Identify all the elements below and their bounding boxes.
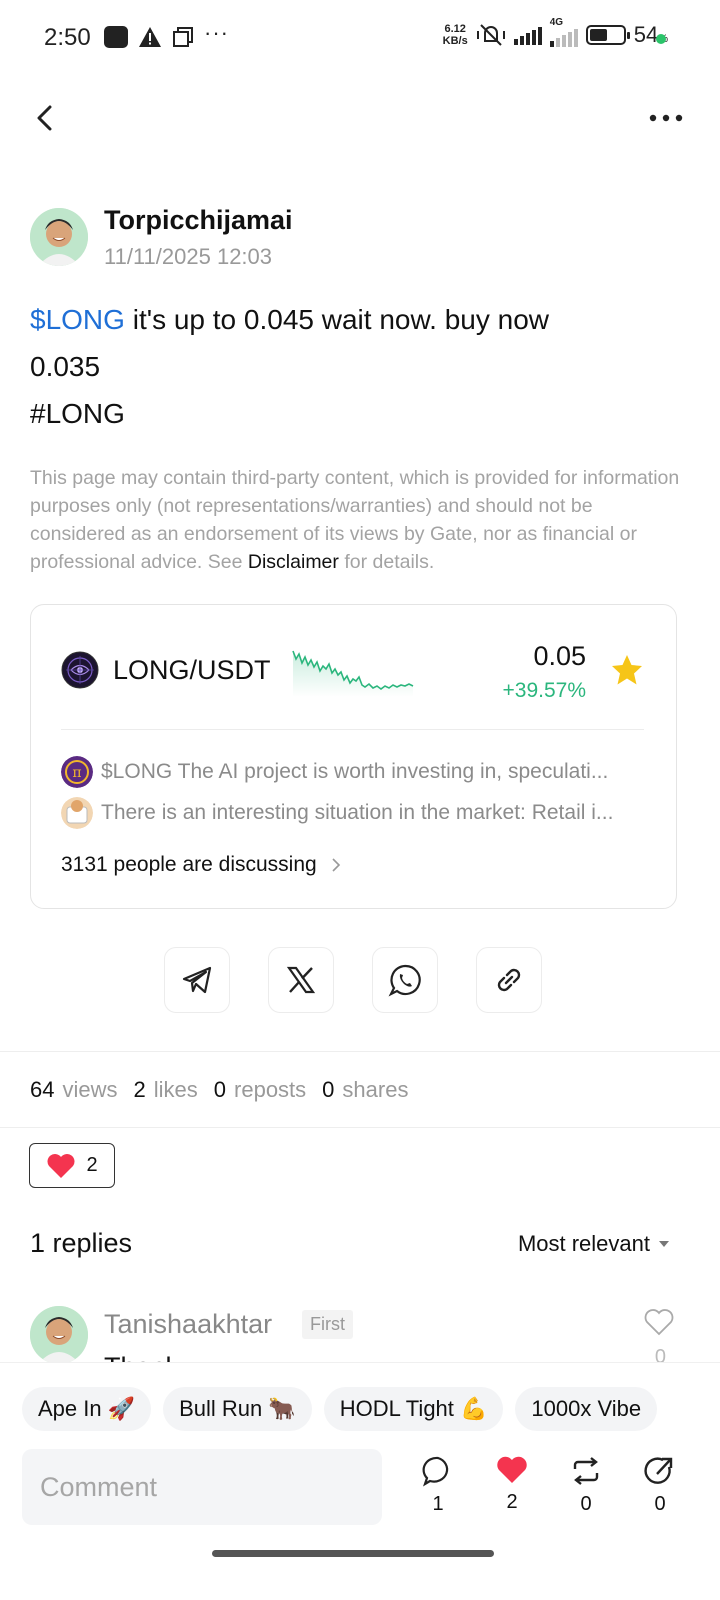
comment-input[interactable] bbox=[22, 1449, 382, 1525]
post-content: $LONG it's up to 0.045 wait now. buy now… bbox=[30, 304, 549, 429]
heart-filled-icon bbox=[497, 1456, 527, 1483]
pi-coin-avatar: π bbox=[61, 756, 93, 788]
copy-link-button[interactable] bbox=[476, 947, 542, 1013]
status-time: 2:50 bbox=[44, 24, 91, 51]
post-stats: 64 views 2 likes 0 reposts 0 shares bbox=[30, 1077, 409, 1102]
battery-icon bbox=[585, 25, 630, 45]
price-sparkline bbox=[292, 650, 414, 697]
reply-like-icon[interactable] bbox=[644, 1308, 674, 1336]
favorite-star-icon[interactable] bbox=[610, 653, 644, 687]
pair-change: +39.57% bbox=[502, 679, 587, 702]
more-options-icon[interactable] bbox=[648, 106, 684, 130]
chip-bull-run[interactable]: Bull Run 🐂 bbox=[163, 1387, 312, 1431]
reply-avatar[interactable] bbox=[30, 1306, 88, 1364]
replies-title: 1 replies bbox=[30, 1228, 133, 1258]
disclaimer-link[interactable]: Disclaimer bbox=[248, 551, 339, 573]
svg-text:π: π bbox=[72, 765, 81, 781]
chevron-right-icon bbox=[332, 858, 340, 872]
market-card[interactable]: LONG/USDT 0.05 +39.57% π $LONG The AI pr… bbox=[30, 604, 677, 909]
home-indicator[interactable] bbox=[212, 1550, 494, 1557]
sort-dropdown[interactable]: Most relevant bbox=[518, 1231, 670, 1257]
divider bbox=[0, 1051, 720, 1052]
telegram-icon bbox=[182, 966, 212, 994]
copy-notification-icon bbox=[173, 27, 193, 47]
reply-like-count: 0 bbox=[654, 1346, 666, 1362]
user-avatar bbox=[61, 797, 93, 829]
comments-action[interactable]: 1 bbox=[418, 1455, 458, 1516]
author-name[interactable]: Torpicchijamai bbox=[104, 205, 293, 236]
heart-reaction-button[interactable]: 2 bbox=[29, 1143, 115, 1188]
like-action[interactable]: 2 bbox=[492, 1455, 532, 1514]
share-arrow-icon bbox=[644, 1457, 673, 1484]
trading-pair[interactable]: LONG/USDT bbox=[113, 655, 271, 686]
caret-down-icon bbox=[659, 1241, 669, 1247]
signal-icon bbox=[513, 25, 542, 45]
chip-ape-in[interactable]: Ape In 🚀 bbox=[22, 1387, 152, 1431]
discussing-link[interactable]: 3131 people are discussing bbox=[61, 853, 341, 877]
hashtag-link[interactable]: #LONG bbox=[30, 398, 125, 429]
topic-item[interactable]: π $LONG The AI project is worth investin… bbox=[61, 756, 651, 788]
chip-1000x-vibe[interactable]: 1000x Vibe bbox=[515, 1387, 658, 1431]
warning-icon bbox=[139, 27, 161, 47]
first-badge: First bbox=[302, 1310, 353, 1339]
privacy-dot-icon bbox=[656, 34, 666, 44]
back-arrow-icon[interactable] bbox=[30, 102, 62, 134]
share-x-button[interactable] bbox=[268, 947, 334, 1013]
reply-author[interactable]: Tanishaakhtar bbox=[104, 1309, 272, 1340]
chip-hodl-tight[interactable]: HODL Tight 💪 bbox=[323, 1387, 504, 1431]
network-speed: 6.12 KB/s bbox=[442, 23, 468, 47]
repost-action[interactable]: 0 bbox=[566, 1455, 606, 1516]
card-divider bbox=[61, 729, 644, 730]
app-notification-icon bbox=[104, 26, 128, 48]
x-icon bbox=[286, 966, 316, 994]
mute-vibrate-icon bbox=[476, 24, 505, 46]
comment-bubble-icon bbox=[422, 1456, 449, 1487]
author-avatar[interactable] bbox=[30, 208, 88, 266]
long-coin-logo bbox=[61, 651, 99, 689]
topic-item[interactable]: There is an interesting situation in the… bbox=[61, 797, 651, 829]
heart-icon bbox=[47, 1153, 75, 1178]
more-notifications-icon: ··· bbox=[204, 20, 229, 45]
bottom-composer: Ape In 🚀 Bull Run 🐂 HODL Tight 💪 1000x V… bbox=[0, 1362, 720, 1600]
whatsapp-icon bbox=[388, 964, 421, 997]
share-telegram-button[interactable] bbox=[164, 947, 230, 1013]
quick-reply-chips: Ape In 🚀 Bull Run 🐂 HODL Tight 💪 1000x V… bbox=[22, 1387, 658, 1431]
disclaimer-text: This page may contain third-party conten… bbox=[30, 467, 680, 573]
share-action[interactable]: 0 bbox=[640, 1455, 680, 1516]
signal-4g-icon: 4G bbox=[549, 17, 578, 47]
post-timestamp: 11/11/2025 12:03 bbox=[104, 244, 273, 269]
repost-icon bbox=[573, 1457, 599, 1485]
link-icon bbox=[497, 968, 521, 992]
pair-price: 0.05 bbox=[533, 641, 586, 671]
share-whatsapp-button[interactable] bbox=[372, 947, 438, 1013]
status-bar: 2:50 ··· 6.12KB/s 4G 54% bbox=[0, 0, 720, 80]
divider bbox=[0, 1127, 720, 1128]
ticker-link[interactable]: $LONG bbox=[30, 304, 125, 335]
